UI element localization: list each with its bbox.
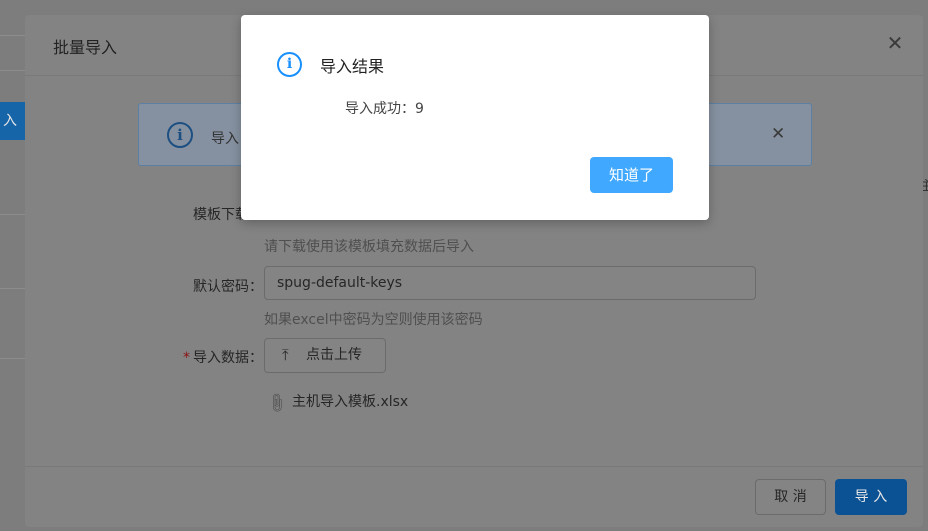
required-mark: * <box>183 350 190 366</box>
cancel-button[interactable]: 取 消 <box>755 479 826 515</box>
data-label-text: 导入数据： <box>193 350 263 366</box>
uploaded-file[interactable]: 📎︎ 主机导入模板.xlsx <box>264 391 409 415</box>
close-icon[interactable]: ✕ <box>883 31 907 55</box>
dialog-content: 导入成功：9 <box>345 101 424 117</box>
upload-button[interactable]: ⤒ 点击上传 <box>264 338 386 373</box>
upload-label: 点击上传 <box>306 347 362 363</box>
info-icon: i <box>277 52 302 77</box>
alert-close-icon[interactable]: ✕ <box>771 124 785 144</box>
password-value: spug-default-keys <box>277 275 403 291</box>
file-name: 主机导入模板.xlsx <box>292 394 409 410</box>
password-help: 如果excel中密码为空则使用该密码 <box>264 312 483 328</box>
divider <box>0 358 25 359</box>
modal-title: 批量导入 <box>53 38 118 57</box>
background-button: 入 <box>0 102 25 140</box>
divider <box>0 214 25 215</box>
password-label: 默认密码： <box>193 279 263 295</box>
dialog-title: 导入结果 <box>320 57 385 76</box>
divider <box>0 288 25 289</box>
data-label: * 导入数据： <box>123 347 263 367</box>
password-input[interactable]: spug-default-keys <box>264 266 756 300</box>
alert-text: 导入 <box>211 131 239 147</box>
paperclip-icon: 📎︎ <box>264 391 289 416</box>
acknowledge-button[interactable]: 知道了 <box>590 157 673 193</box>
template-help: 请下载使用该模板填充数据后导入 <box>264 239 474 255</box>
upload-icon: ⤒ <box>282 346 289 364</box>
import-button[interactable]: 导 入 <box>835 479 907 515</box>
result-dialog: i 导入结果 导入成功：9 知道了 <box>241 15 709 220</box>
info-icon: i <box>167 122 193 148</box>
divider <box>0 70 25 71</box>
divider <box>0 35 25 36</box>
